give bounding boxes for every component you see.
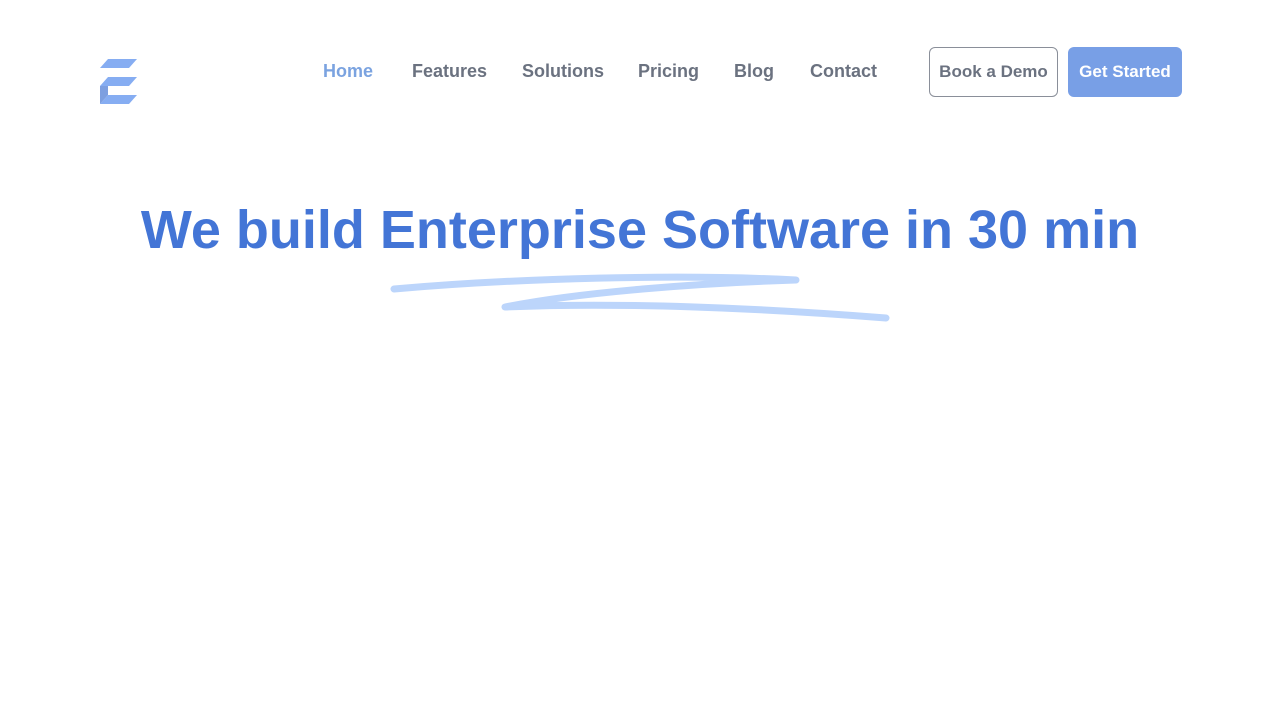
nav-pricing[interactable]: Pricing: [638, 58, 699, 84]
scribble-underline-icon: [390, 273, 890, 322]
nav-home[interactable]: Home: [323, 58, 373, 84]
nav-contact[interactable]: Contact: [810, 58, 877, 84]
get-started-button[interactable]: Get Started: [1068, 47, 1182, 97]
nav-blog[interactable]: Blog: [734, 58, 774, 84]
nav-solutions[interactable]: Solutions: [522, 58, 604, 84]
landing-page: Home Features Solutions Pricing Blog Con…: [0, 0, 1280, 720]
nav-features[interactable]: Features: [412, 58, 487, 84]
brand-logo-icon[interactable]: [100, 58, 138, 104]
hero-title: We build Enterprise Software in 30 min: [140, 200, 1140, 260]
book-demo-button[interactable]: Book a Demo: [929, 47, 1058, 97]
